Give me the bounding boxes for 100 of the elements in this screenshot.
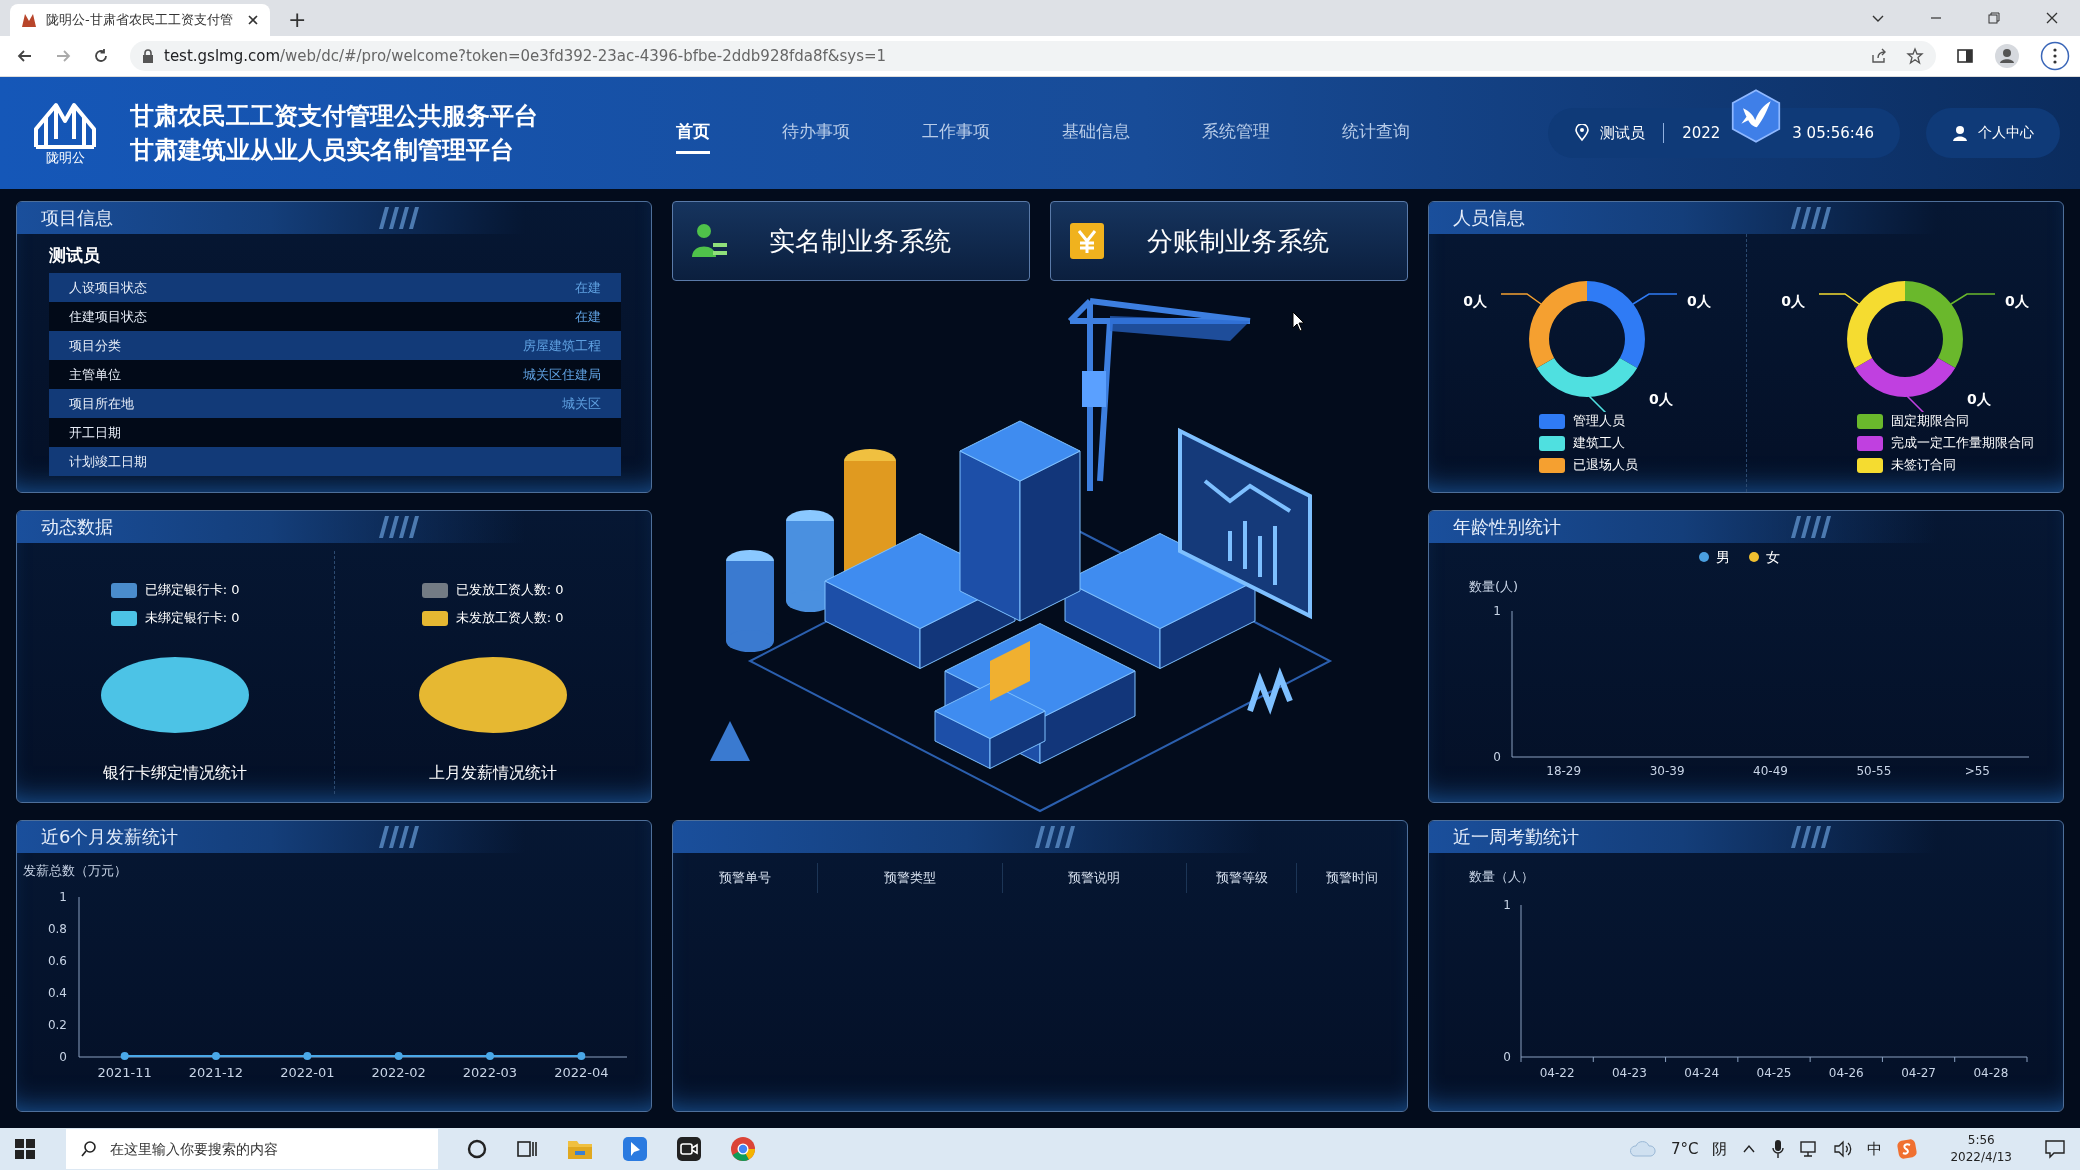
- axis-title: 数量（人）: [1469, 868, 1534, 884]
- column-header: 预警单号: [673, 862, 818, 893]
- data-point: [303, 1051, 312, 1060]
- panel-title: 动态数据: [41, 515, 113, 540]
- cortana-icon[interactable]: [466, 1138, 488, 1160]
- input-method-indicator[interactable]: 中: [1867, 1139, 1883, 1159]
- data-point: [394, 1051, 403, 1060]
- panel-title: 近6个月发薪统计: [41, 824, 179, 849]
- address-bar[interactable]: test.gslmg.com/web/dc/#/pro/welcome?token=0e3fd392-23ac-4396-bfbe-2ddb928fda8f&sys=1: [130, 41, 1936, 71]
- leader-line: [1818, 293, 1860, 305]
- tick-label: 2022-01: [280, 1064, 335, 1080]
- panel-title: 人员信息: [1453, 206, 1525, 230]
- close-icon[interactable]: [2044, 10, 2060, 26]
- tick-label: 30-39: [1649, 764, 1685, 779]
- column-header: 预警时间: [1325, 868, 1380, 887]
- nav-tab[interactable]: 待办事项: [782, 112, 850, 154]
- camera-app-icon[interactable]: [676, 1136, 702, 1162]
- tick-label: 2022-03: [462, 1064, 518, 1080]
- nav-tab[interactable]: 工作事项: [922, 112, 990, 154]
- segment-value: 0人: [1781, 293, 1805, 309]
- time-text: 3 05:56:46: [1792, 124, 1874, 142]
- logo-text: 陇明公: [45, 149, 85, 167]
- platform-title: 甘肃农民工工资支付管理公共服务平台: [130, 101, 538, 132]
- nav-tab[interactable]: 系统管理: [1202, 112, 1270, 154]
- reload-icon[interactable]: [92, 47, 110, 65]
- project-name: 测试员: [48, 244, 101, 267]
- tick-label: 04-24: [1684, 1065, 1720, 1080]
- system-button[interactable]: 实名制业务系统: [672, 201, 1030, 281]
- axis-title: 发薪总数（万元）: [23, 862, 127, 878]
- tick-label: 0.2: [47, 1017, 67, 1032]
- profile-avatar-icon[interactable]: [1994, 43, 2020, 69]
- leader-line: [1950, 293, 1996, 305]
- legend-label: 未发放工资人数: 0: [455, 609, 564, 628]
- nav-tab[interactable]: 统计查询: [1342, 112, 1410, 154]
- legend-swatch: [1539, 457, 1565, 473]
- legend-label: 未绑定银行卡: 0: [144, 609, 240, 628]
- new-tab-button[interactable]: +: [288, 7, 307, 32]
- close-icon[interactable]: [246, 13, 260, 27]
- leader-line: [1500, 293, 1542, 305]
- tick-label: 40-49: [1753, 764, 1788, 779]
- share-icon[interactable]: [1870, 47, 1888, 65]
- legend-swatch: [1856, 457, 1883, 473]
- tick-label: 04-25: [1756, 1065, 1792, 1080]
- legend-label: 完成一定工作量期限合同: [1890, 434, 2034, 452]
- date-text: 2022: [1682, 124, 1721, 142]
- tick-label: 04-28: [1973, 1065, 2009, 1080]
- task-view-icon[interactable]: [516, 1138, 538, 1160]
- segment-value: 0人: [1966, 391, 1991, 407]
- system-button[interactable]: 分账制业务系统: [1050, 201, 1408, 281]
- segment-value: 0人: [2004, 293, 2029, 309]
- weather-text: 阴: [1712, 1139, 1728, 1159]
- restore-icon[interactable]: [1986, 10, 2002, 26]
- tick-label: 2021-12: [188, 1064, 244, 1080]
- tick-label: 0.4: [47, 985, 67, 1000]
- info-label: 计划竣工日期: [69, 452, 147, 471]
- tick-label: 04-27: [1901, 1065, 1936, 1080]
- tick-label: 1: [1493, 604, 1501, 619]
- legend-swatch: [1856, 413, 1883, 429]
- tick-label: 04-22: [1539, 1065, 1575, 1080]
- tick-label: 2022-04: [554, 1064, 609, 1080]
- chart-caption: 银行卡绑定情况统计: [103, 763, 248, 785]
- menu-icon[interactable]: [2040, 41, 2070, 71]
- star-icon[interactable]: [1906, 47, 1924, 65]
- tick-label: 04-23: [1612, 1065, 1647, 1080]
- legend-label: 男: [1716, 549, 1730, 566]
- info-value: 房屋建筑工程: [523, 336, 601, 355]
- tick-label: 18-29: [1546, 764, 1582, 779]
- notification-icon[interactable]: [2044, 1138, 2066, 1160]
- browser-tab[interactable]: 陇明公-甘肃省农民工工资支付管: [10, 4, 270, 36]
- windows-start-icon[interactable]: [14, 1138, 36, 1160]
- search-icon: [80, 1140, 98, 1158]
- column-header: 预警说明: [1002, 862, 1188, 893]
- legend-label: 已绑定银行卡: 0: [144, 581, 240, 600]
- panel-title: 近一周考勤统计: [1453, 824, 1579, 849]
- info-label: 人设项目状态: [69, 278, 147, 297]
- tick-label: 0: [1503, 1049, 1511, 1064]
- tick-label: 2022-02: [371, 1064, 426, 1080]
- chrome-icon[interactable]: [730, 1136, 756, 1162]
- tick-label: 2021-11: [97, 1064, 152, 1080]
- info-label: 主管单位: [69, 365, 121, 384]
- tick-label: 04-26: [1828, 1065, 1864, 1080]
- side-panel-icon[interactable]: [1956, 47, 1974, 65]
- data-point: [486, 1051, 494, 1060]
- nav-tab[interactable]: 首页: [676, 112, 710, 154]
- panel-title: 年龄性别统计: [1453, 515, 1561, 540]
- tick-label: 0: [59, 1049, 67, 1064]
- nav-tab[interactable]: 基础信息: [1062, 112, 1130, 154]
- info-label: 项目分类: [69, 336, 121, 355]
- clock-date: 2022/4/13: [1950, 1149, 2012, 1166]
- pointer-app-icon[interactable]: [622, 1136, 648, 1162]
- profile-button[interactable]: 个人中心: [1926, 108, 2060, 158]
- volume-icon[interactable]: [1833, 1140, 1854, 1158]
- legend-swatch: [1539, 435, 1565, 451]
- data-point: [120, 1051, 129, 1060]
- taskbar-search-field[interactable]: 在这里输入你要搜索的内容: [66, 1129, 438, 1169]
- legend-label: 建筑工人: [1573, 434, 1625, 452]
- user-icon: [1952, 125, 1968, 141]
- data-point: [212, 1051, 220, 1060]
- sogou-s-icon[interactable]: [1896, 1138, 1919, 1160]
- microphone-icon[interactable]: [1771, 1139, 1786, 1159]
